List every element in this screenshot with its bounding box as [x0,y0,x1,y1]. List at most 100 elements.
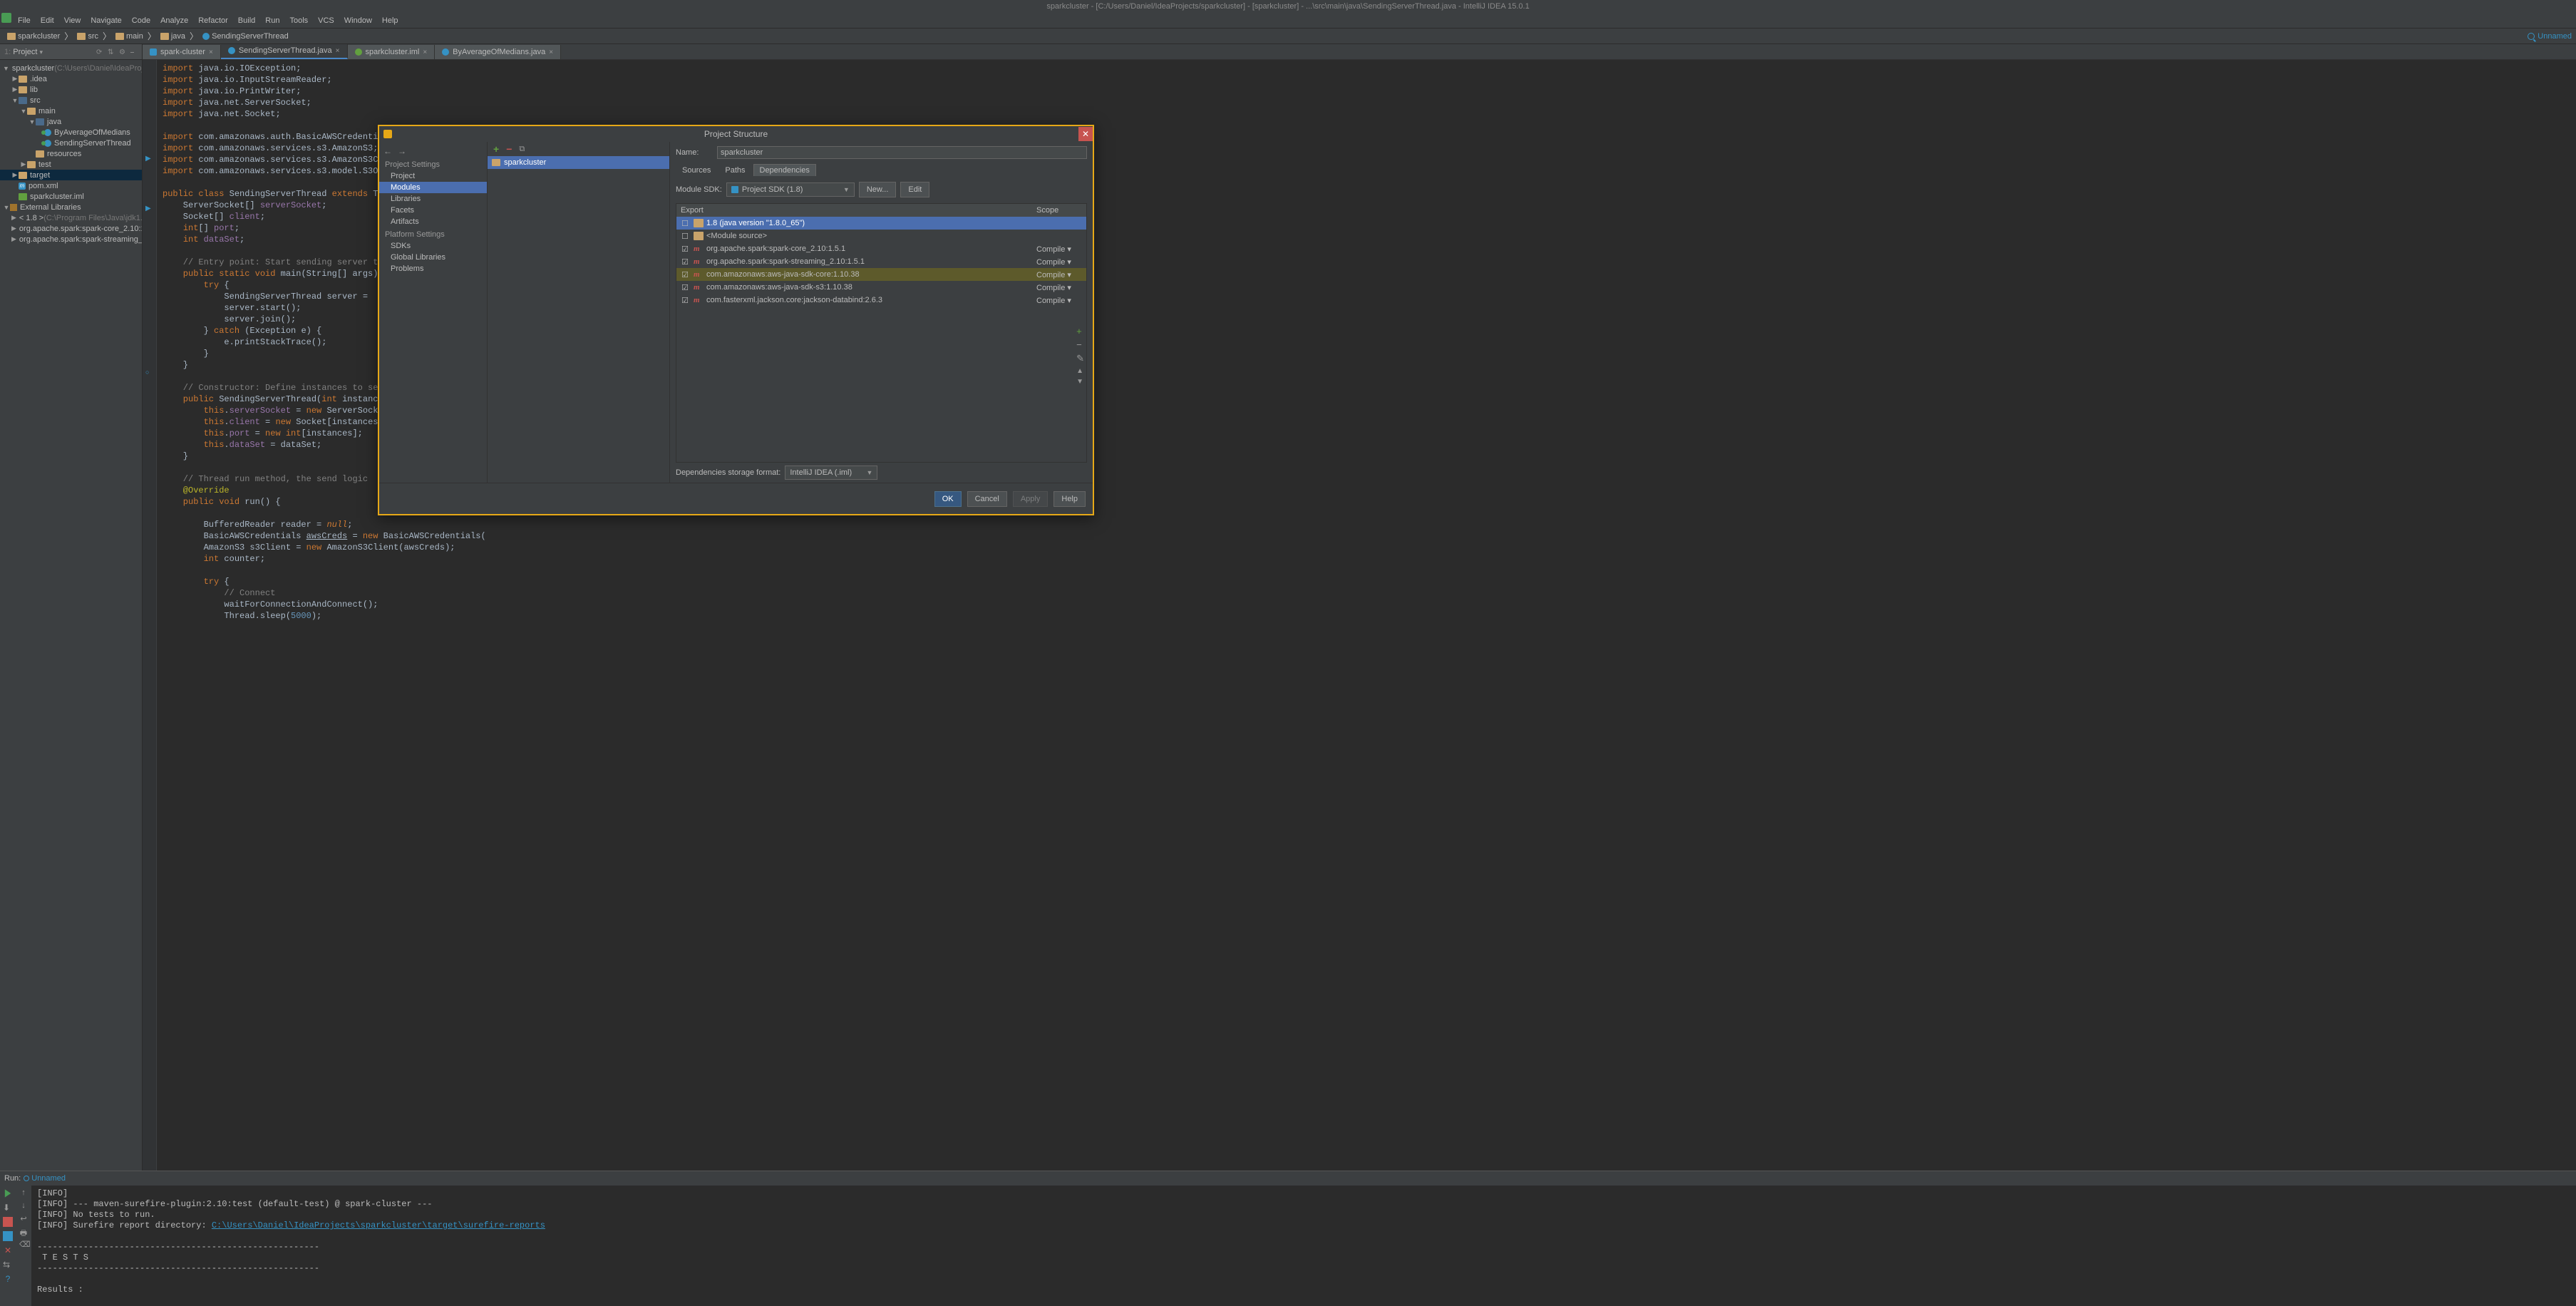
forward-icon[interactable]: → [398,146,406,156]
tree-node[interactable]: ▶org.apache.spark:spark-core_2.10:1.5.1 [0,223,142,234]
ok-button[interactable]: OK [934,491,962,507]
export-checkbox[interactable]: ☑ [676,245,694,254]
up-icon[interactable]: ↑ [19,1188,28,1197]
dependency-row[interactable]: ☑mcom.amazonaws:aws-java-sdk-core:1.10.3… [676,268,1086,281]
dependencies-table[interactable]: Export Scope ☐1.8 (java version "1.8.0_6… [676,203,1087,463]
menu-vcs[interactable]: VCS [313,16,339,25]
close-tab-icon[interactable]: × [209,48,213,56]
menu-code[interactable]: Code [127,16,155,25]
search-everywhere-indicator[interactable]: Unnamed [2528,32,2572,41]
menu-tools[interactable]: Tools [284,16,313,25]
console-output[interactable]: [INFO] [INFO] --- maven-surefire-plugin:… [31,1186,2576,1306]
tree-node[interactable]: ▶org.apache.spark:spark-streaming_2.10:1… [0,234,142,245]
sdk-edit-button[interactable]: Edit [900,182,929,197]
sidebar-item-project[interactable]: Project [379,170,487,182]
add-dependency-icon[interactable]: + [1076,326,1084,336]
menu-file[interactable]: File [13,16,36,25]
close-tab-icon[interactable]: × [549,48,553,56]
help-button[interactable]: Help [1053,491,1086,507]
menu-build[interactable]: Build [233,16,260,25]
sidebar-item-artifacts[interactable]: Artifacts [379,216,487,227]
clear-icon[interactable]: ⌫ [19,1240,28,1248]
cancel-button[interactable]: Cancel [967,491,1007,507]
module-list-toolbar[interactable]: + − ⧉ [488,142,669,156]
dialog-close-button[interactable]: ✕ [1078,127,1093,141]
pause-icon[interactable] [3,1231,13,1241]
run-tools-secondary[interactable]: ↑ ↓ ↩ 🖶 ⌫ [16,1186,31,1306]
editor-tab[interactable]: sparkcluster.iml× [348,45,436,59]
tree-node[interactable]: ▶.idea [0,73,142,84]
export-checkbox[interactable]: ☐ [676,232,694,241]
export-checkbox[interactable]: ☑ [676,270,694,279]
editor-tab[interactable]: SendingServerThread.java× [221,44,348,59]
subtab-paths[interactable]: Paths [718,164,751,176]
tree-node[interactable]: ▶lib [0,84,142,95]
tree-node[interactable]: mpom.xml [0,180,142,191]
sdk-combo[interactable]: Project SDK (1.8) ▼ [726,182,855,197]
menu-refactor[interactable]: Refactor [193,16,233,25]
storage-combo[interactable]: IntelliJ IDEA (.iml) ▼ [785,466,877,480]
remove-icon[interactable]: − [506,143,512,155]
scope-combo[interactable]: Compile ▾ [1036,283,1086,292]
menu-view[interactable]: View [59,16,86,25]
crumb-sparkcluster[interactable]: sparkcluster [4,32,63,41]
dependency-side-buttons[interactable]: + − ✎ ▲ ▼ [1076,326,1084,386]
print-icon[interactable]: 🖶 [19,1227,28,1235]
down-icon[interactable]: ↓ [19,1201,28,1210]
project-tw-tools[interactable]: ⟳⇅⚙⎯ [96,48,138,56]
close-tab-icon[interactable]: × [336,47,340,55]
crumb-main[interactable]: main [113,32,146,41]
tree-node[interactable]: SendingServerThread [0,138,142,148]
sidebar-item-sdks[interactable]: SDKs [379,240,487,252]
breadcrumb[interactable]: sparkcluster〉src〉main〉java〉SendingServer… [4,30,292,42]
editor-tabs[interactable]: spark-cluster×SendingServerThread.java×s… [143,44,2576,60]
dependency-row[interactable]: ☐<Module source> [676,230,1086,242]
menu-edit[interactable]: Edit [36,16,59,25]
tw-tool[interactable]: ⎯ [130,48,138,56]
close-tab-icon[interactable]: × [423,48,427,56]
export-checkbox[interactable]: ☑ [676,257,694,267]
rerun-icon[interactable] [3,1188,13,1198]
module-name-field[interactable] [717,146,1087,159]
dialog-sidebar-toolbar[interactable]: ←→ [379,145,487,158]
tree-node[interactable]: ▼src [0,95,142,106]
export-checkbox[interactable]: ☑ [676,283,694,292]
editor-tab[interactable]: ByAverageOfMedians.java× [435,45,561,59]
tree-node[interactable]: ▼External Libraries [0,202,142,212]
run-config[interactable]: Unnamed [24,1174,66,1183]
scope-combo[interactable]: Compile ▾ [1036,270,1086,279]
wrap-icon[interactable]: ↩ [19,1214,28,1223]
sidebar-item-modules[interactable]: Modules [379,182,487,193]
copy-icon[interactable]: ⧉ [519,145,525,154]
dependency-row[interactable]: ☑morg.apache.spark:spark-streaming_2.10:… [676,255,1086,268]
move-up-icon[interactable]: ▲ [1076,367,1084,375]
scope-combo[interactable]: Compile ▾ [1036,245,1086,254]
dialog-sidebar[interactable]: ←→ Project SettingsProjectModulesLibrari… [379,142,488,483]
tree-node[interactable]: ▶test [0,159,142,170]
tree-node[interactable]: ▶target [0,170,142,180]
run-tools-primary[interactable]: ⬇ ✕ ⇆ ? [0,1186,16,1306]
sidebar-item-global-libraries[interactable]: Global Libraries [379,252,487,263]
edit-dependency-icon[interactable]: ✎ [1076,353,1084,364]
tree-node[interactable]: ▼main [0,106,142,116]
tw-tool[interactable]: ⟳ [96,48,103,56]
dependency-row[interactable]: ☑mcom.fasterxml.jackson.core:jackson-dat… [676,294,1086,307]
crumb-src[interactable]: src [74,32,101,41]
stop-icon[interactable] [3,1217,13,1227]
subtab-sources[interactable]: Sources [676,164,717,176]
scope-combo[interactable]: Compile ▾ [1036,257,1086,267]
editor-tab[interactable]: spark-cluster× [143,45,221,59]
export-checkbox[interactable]: ☑ [676,296,694,305]
sdk-new-button[interactable]: New... [859,182,897,197]
dependency-row[interactable]: ☑morg.apache.spark:spark-core_2.10:1.5.1… [676,242,1086,255]
menu-run[interactable]: Run [260,16,284,25]
sidebar-item-facets[interactable]: Facets [379,205,487,216]
menu-analyze[interactable]: Analyze [155,16,193,25]
tree-node[interactable]: resources [0,148,142,159]
tree-node[interactable]: ByAverageOfMedians [0,127,142,138]
tree-node[interactable]: ▼sparkcluster (C:\Users\Daniel\IdeaProje… [0,63,142,73]
menu-help[interactable]: Help [377,16,403,25]
tree-node[interactable]: ▼java [0,116,142,127]
tree-node[interactable]: ▶< 1.8 > (C:\Program Files\Java\jdk1.8.0… [0,212,142,223]
sidebar-item-problems[interactable]: Problems [379,263,487,274]
